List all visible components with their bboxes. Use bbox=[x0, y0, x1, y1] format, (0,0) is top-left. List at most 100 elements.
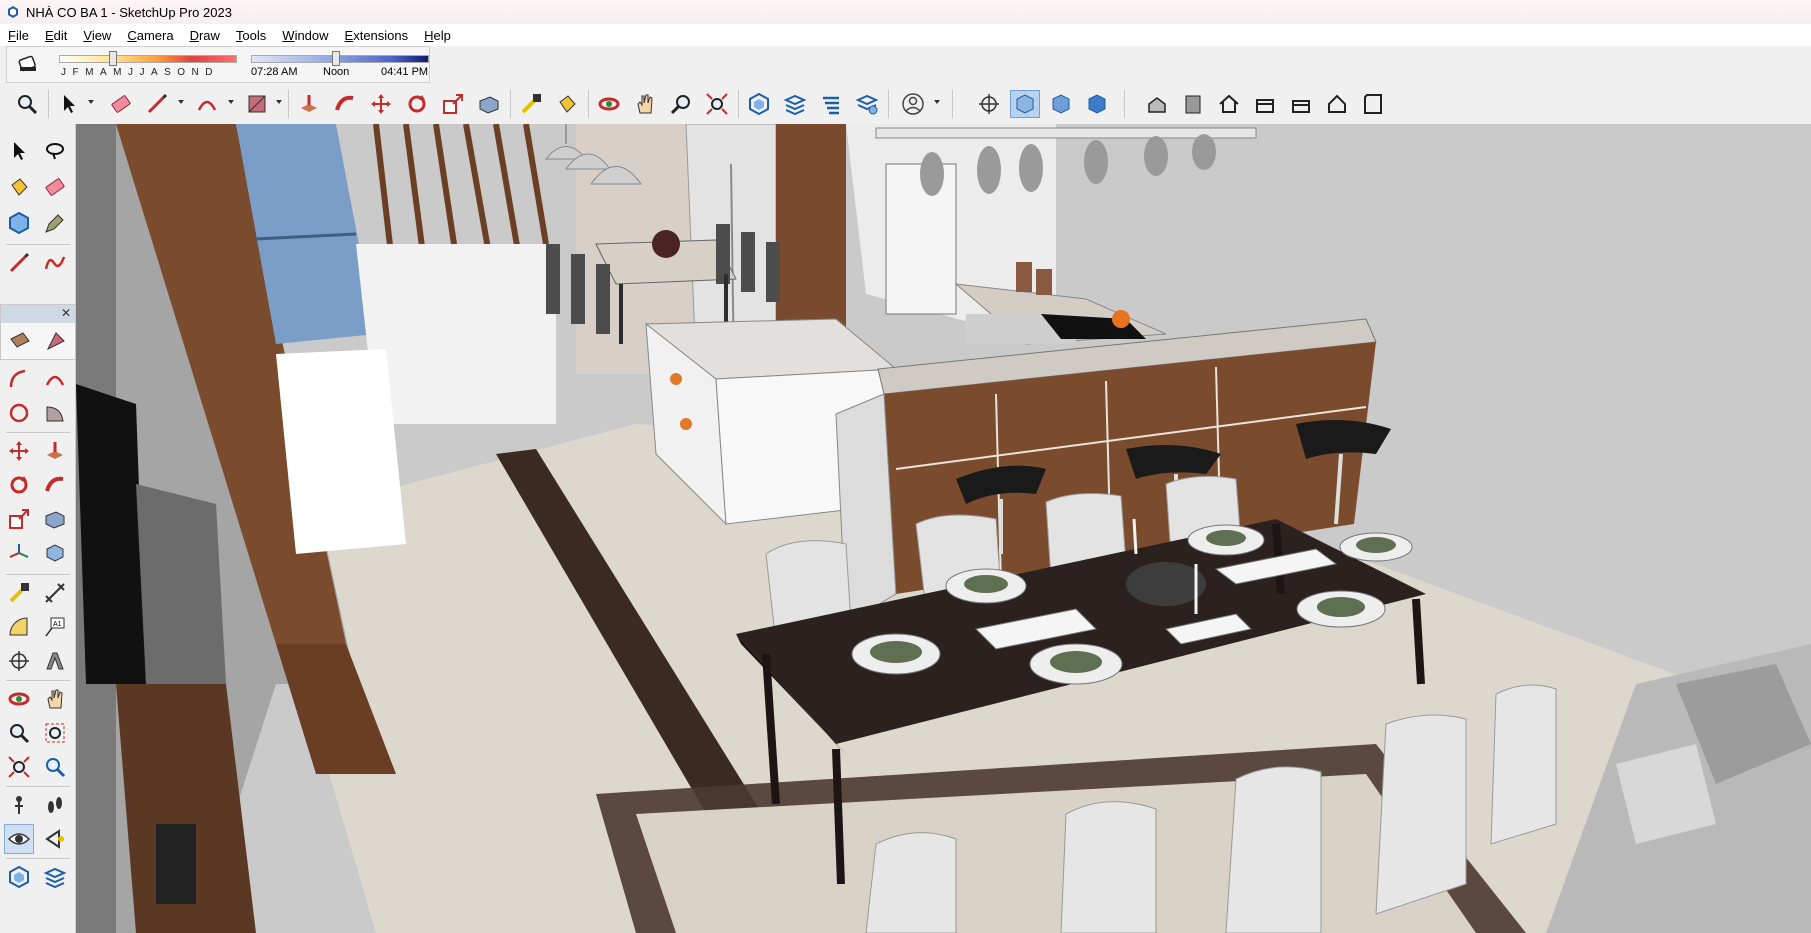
left-view-icon[interactable] bbox=[1322, 90, 1352, 118]
walk-tool-icon[interactable] bbox=[40, 790, 70, 820]
tag-tool-icon[interactable] bbox=[40, 208, 70, 238]
arc-dropdown-caret[interactable] bbox=[228, 100, 234, 104]
menu-view[interactable]: View bbox=[75, 28, 119, 43]
right-view-icon[interactable] bbox=[1250, 90, 1280, 118]
offset-icon[interactable] bbox=[474, 90, 504, 118]
zoom-window-tool-icon[interactable] bbox=[40, 718, 70, 748]
eraser-tool-icon[interactable] bbox=[40, 172, 70, 202]
zoom-extents-icon[interactable] bbox=[702, 90, 732, 118]
section-plane-tool-icon[interactable] bbox=[4, 646, 34, 676]
wireframe-icon[interactable] bbox=[1046, 90, 1076, 118]
scale-icon[interactable] bbox=[438, 90, 468, 118]
menu-camera[interactable]: Camera bbox=[119, 28, 181, 43]
menu-edit[interactable]: Edit bbox=[37, 28, 75, 43]
dimension-tool-icon[interactable] bbox=[40, 578, 70, 608]
components-panel-icon[interactable] bbox=[4, 862, 34, 892]
tape-measure-tool-icon[interactable] bbox=[4, 578, 34, 608]
layers-panel-icon[interactable] bbox=[40, 862, 70, 892]
zoom-icon[interactable] bbox=[12, 90, 42, 118]
orbit-tool-icon[interactable] bbox=[4, 684, 34, 714]
component-tool-icon[interactable] bbox=[4, 208, 34, 238]
zoom-tool-icon[interactable] bbox=[4, 718, 34, 748]
rotate-tool-icon[interactable] bbox=[4, 470, 34, 500]
select-icon[interactable] bbox=[54, 90, 84, 118]
rotate-icon[interactable] bbox=[402, 90, 432, 118]
arc-icon[interactable] bbox=[192, 90, 222, 118]
follow-me-icon[interactable] bbox=[330, 90, 360, 118]
components-icon[interactable] bbox=[744, 90, 774, 118]
rotated-rectangle-tool-icon[interactable] bbox=[41, 325, 71, 357]
top-view-icon[interactable] bbox=[1178, 90, 1208, 118]
pan-icon[interactable] bbox=[630, 90, 660, 118]
freehand-tool-icon[interactable] bbox=[40, 248, 70, 278]
three-point-arc-tool-icon[interactable] bbox=[4, 398, 34, 428]
eraser-icon[interactable] bbox=[106, 90, 136, 118]
position-camera-tool-icon[interactable] bbox=[4, 790, 34, 820]
section-plane-icon[interactable] bbox=[974, 90, 1004, 118]
solid-tools-icon[interactable] bbox=[40, 538, 70, 568]
previous-view-tool-icon[interactable] bbox=[40, 752, 70, 782]
layers-icon[interactable] bbox=[780, 90, 810, 118]
pencil-icon[interactable] bbox=[142, 90, 172, 118]
shaded-icon[interactable] bbox=[1082, 90, 1112, 118]
rectangle-tool-icon[interactable] bbox=[5, 325, 35, 357]
follow-me-tool-icon[interactable] bbox=[40, 470, 70, 500]
push-pull-icon[interactable] bbox=[294, 90, 324, 118]
flower-vase bbox=[652, 230, 680, 258]
text-tool-icon[interactable]: A1 bbox=[40, 612, 70, 642]
3d-text-tool-icon[interactable] bbox=[40, 646, 70, 676]
paint-tool-icon[interactable] bbox=[4, 172, 34, 202]
advanced-camera-tool-icon[interactable] bbox=[40, 824, 70, 854]
lasso-tool-icon[interactable] bbox=[40, 136, 70, 166]
window-title: NHÀ CO BA 1 - SketchUp Pro 2023 bbox=[26, 4, 232, 20]
pan-tool-icon[interactable] bbox=[40, 684, 70, 714]
time-slider-thumb[interactable] bbox=[332, 51, 341, 66]
iso-view-icon[interactable] bbox=[1142, 90, 1172, 118]
line-tool-icon[interactable] bbox=[4, 248, 34, 278]
zoom-window-icon[interactable] bbox=[666, 90, 696, 118]
month-slider[interactable] bbox=[59, 55, 237, 63]
move-tool-icon[interactable] bbox=[4, 436, 34, 466]
month-slider-thumb[interactable] bbox=[108, 51, 117, 66]
tape-measure-icon[interactable] bbox=[516, 90, 546, 118]
menu-file[interactable]: File bbox=[0, 28, 37, 43]
protractor-tool-icon[interactable] bbox=[4, 612, 34, 642]
push-pull-tool-icon[interactable] bbox=[40, 436, 70, 466]
two-point-arc-tool-icon[interactable] bbox=[40, 364, 70, 394]
scenes-icon[interactable] bbox=[852, 90, 882, 118]
xray-icon[interactable] bbox=[1010, 90, 1040, 118]
menu-draw[interactable]: Draw bbox=[182, 28, 228, 43]
outliner-icon[interactable] bbox=[816, 90, 846, 118]
select-dropdown-caret[interactable] bbox=[88, 100, 94, 104]
kitchen-dining-scene bbox=[76, 124, 1811, 933]
look-around-tool-icon[interactable] bbox=[4, 824, 34, 854]
arc-tool-icon[interactable] bbox=[4, 364, 34, 394]
pencil-dropdown-caret[interactable] bbox=[178, 100, 184, 104]
zoom-extents-tool-icon[interactable] bbox=[4, 752, 34, 782]
menu-extensions[interactable]: Extensions bbox=[337, 28, 417, 43]
front-view-icon[interactable] bbox=[1214, 90, 1244, 118]
shape-dropdown-caret[interactable] bbox=[276, 100, 282, 104]
move-icon[interactable] bbox=[366, 90, 396, 118]
paint-bucket-icon[interactable] bbox=[552, 90, 582, 118]
pie-tool-icon[interactable] bbox=[40, 398, 70, 428]
menu-tools[interactable]: Tools bbox=[228, 28, 274, 43]
menu-help[interactable]: Help bbox=[416, 28, 459, 43]
shadow-toggle-icon[interactable] bbox=[17, 53, 39, 75]
floating-panel-titlebar[interactable]: ✕ bbox=[1, 305, 75, 323]
select-tool-icon[interactable] bbox=[4, 136, 34, 166]
shape-icon[interactable] bbox=[242, 90, 272, 118]
wall-opening bbox=[276, 349, 406, 554]
scale-tool-icon[interactable] bbox=[4, 504, 34, 534]
bottom-view-icon[interactable] bbox=[1358, 90, 1388, 118]
account-dropdown-caret[interactable] bbox=[934, 100, 940, 104]
axes-tool-icon[interactable] bbox=[4, 538, 34, 568]
orbit-icon[interactable] bbox=[594, 90, 624, 118]
kettle bbox=[1112, 310, 1130, 328]
menu-window[interactable]: Window bbox=[274, 28, 336, 43]
3d-viewport[interactable] bbox=[76, 124, 1811, 933]
close-icon[interactable]: ✕ bbox=[61, 306, 71, 320]
account-icon[interactable] bbox=[898, 90, 928, 118]
offset-tool-icon[interactable] bbox=[40, 504, 70, 534]
back-view-icon[interactable] bbox=[1286, 90, 1316, 118]
